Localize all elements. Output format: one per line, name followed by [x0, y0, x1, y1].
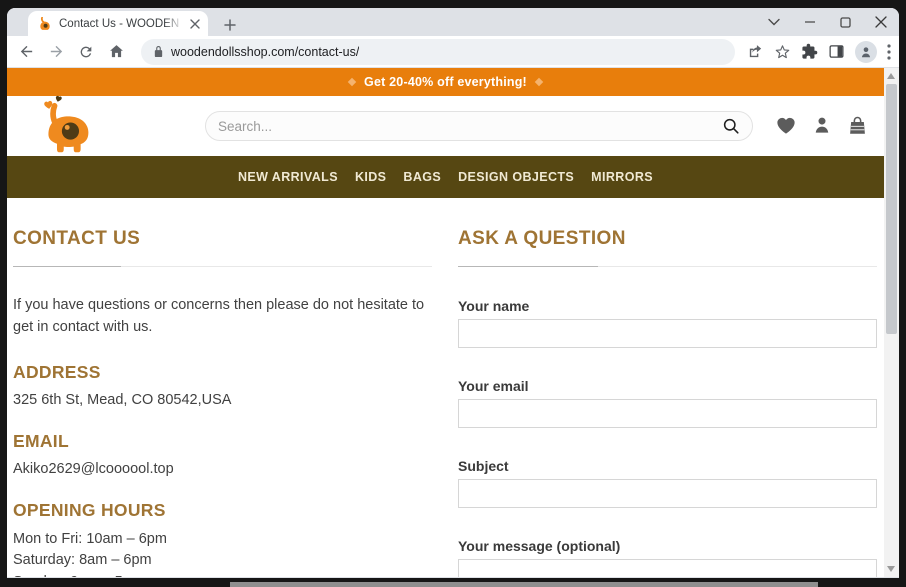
subject-label: Subject	[458, 458, 509, 474]
promo-banner: Get 20-40% off everything!	[7, 68, 884, 96]
tab-close-icon[interactable]	[190, 18, 200, 29]
main-navigation: NEW ARRIVALS KIDS BAGS DESIGN OBJECTS MI…	[7, 156, 884, 198]
scroll-up-arrow-icon[interactable]	[887, 73, 895, 79]
minimize-button[interactable]	[804, 16, 816, 28]
page-scrollbar[interactable]	[884, 68, 899, 577]
address-heading: ADDRESS	[13, 361, 101, 382]
address-bar[interactable]: woodendollsshop.com/contact-us/	[141, 38, 735, 65]
tab-title: Contact Us - WOODEN SHOP - H	[59, 17, 183, 30]
browser-toolbar: woodendollsshop.com/contact-us/	[7, 36, 899, 68]
name-label: Your name	[458, 298, 530, 314]
nav-item-mirrors[interactable]: MIRRORS	[590, 170, 654, 184]
message-field[interactable]	[458, 559, 877, 577]
share-icon[interactable]	[747, 43, 764, 60]
sparkle-icon	[534, 77, 544, 87]
extensions-puzzle-icon[interactable]	[801, 43, 818, 60]
profile-avatar[interactable]	[855, 40, 877, 63]
name-field[interactable]	[458, 319, 877, 348]
email-label: Your email	[458, 378, 529, 394]
opening-hours-heading: OPENING HOURS	[13, 499, 166, 520]
promo-text: Get 20-40% off everything!	[364, 75, 527, 89]
search-icon[interactable]	[722, 117, 740, 135]
sparkle-icon	[347, 77, 357, 87]
site-header	[7, 95, 884, 156]
search-input[interactable]	[218, 118, 722, 134]
email-text: Akiko2629@lcoooool.top	[13, 460, 174, 477]
nav-item-design-objects[interactable]: DESIGN OBJECTS	[457, 170, 575, 184]
forward-button[interactable]	[43, 39, 69, 65]
home-button[interactable]	[103, 39, 129, 65]
hours-saturday: Saturday: 8am – 6pm	[13, 552, 152, 568]
contact-info-column: CONTACT US If you have questions or conc…	[13, 198, 432, 577]
contact-us-title: CONTACT US	[13, 228, 141, 249]
email-heading: EMAIL	[13, 430, 69, 451]
close-window-button[interactable]	[875, 16, 887, 28]
bookmark-star-icon[interactable]	[774, 43, 791, 60]
maximize-button[interactable]	[840, 16, 851, 28]
contact-intro-text: If you have questions or concerns then p…	[13, 297, 425, 335]
window-chevron-icon[interactable]	[768, 18, 780, 26]
opening-hours-list: Mon to Fri: 10am – 6pm Saturday: 8am – 6…	[13, 529, 432, 578]
side-panel-icon[interactable]	[828, 43, 845, 60]
address-text: 325 6th St, Mead, CO 80542,USA	[13, 391, 232, 408]
nav-item-bags[interactable]: BAGS	[402, 170, 442, 184]
tab-strip: Contact Us - WOODEN SHOP - H	[7, 8, 899, 36]
account-person-icon[interactable]	[812, 115, 832, 135]
new-tab-button[interactable]	[219, 14, 241, 36]
site-favicon-elephant-icon	[38, 16, 52, 31]
section-divider	[13, 266, 432, 267]
kebab-menu-icon[interactable]	[887, 43, 891, 60]
wishlist-heart-icon[interactable]	[775, 115, 797, 135]
scrollbar-thumb[interactable]	[886, 84, 897, 334]
scroll-down-arrow-icon[interactable]	[887, 566, 895, 572]
cart-bag-icon[interactable]	[847, 115, 868, 135]
url-text: woodendollsshop.com/contact-us/	[171, 44, 360, 59]
browser-tab[interactable]: Contact Us - WOODEN SHOP - H	[28, 11, 208, 36]
nav-item-kids[interactable]: KIDS	[354, 170, 387, 184]
section-divider	[458, 266, 877, 267]
taskbar-edge	[230, 582, 818, 587]
email-field[interactable]	[458, 399, 877, 428]
lock-icon[interactable]	[153, 45, 164, 58]
browser-window: Contact Us - WOODEN SHOP - H	[0, 0, 906, 587]
webpage: Get 20-40% off everything! Search... NEW…	[7, 68, 884, 577]
back-button[interactable]	[13, 39, 39, 65]
hours-weekdays: Mon to Fri: 10am – 6pm	[13, 530, 167, 547]
nav-item-new-arrivals[interactable]: NEW ARRIVALS	[237, 170, 339, 184]
subject-field[interactable]	[458, 479, 877, 508]
reload-button[interactable]	[73, 39, 99, 65]
question-form-column: ASK A QUESTION Your name Your email Subj…	[458, 198, 877, 577]
site-search[interactable]	[205, 111, 753, 141]
message-label: Your message (optional)	[458, 538, 621, 554]
elephant-logo[interactable]	[37, 94, 99, 160]
hours-sunday: Sunday: 9am – 5pm	[13, 572, 432, 578]
ask-a-question-title: ASK A QUESTION	[458, 228, 626, 249]
